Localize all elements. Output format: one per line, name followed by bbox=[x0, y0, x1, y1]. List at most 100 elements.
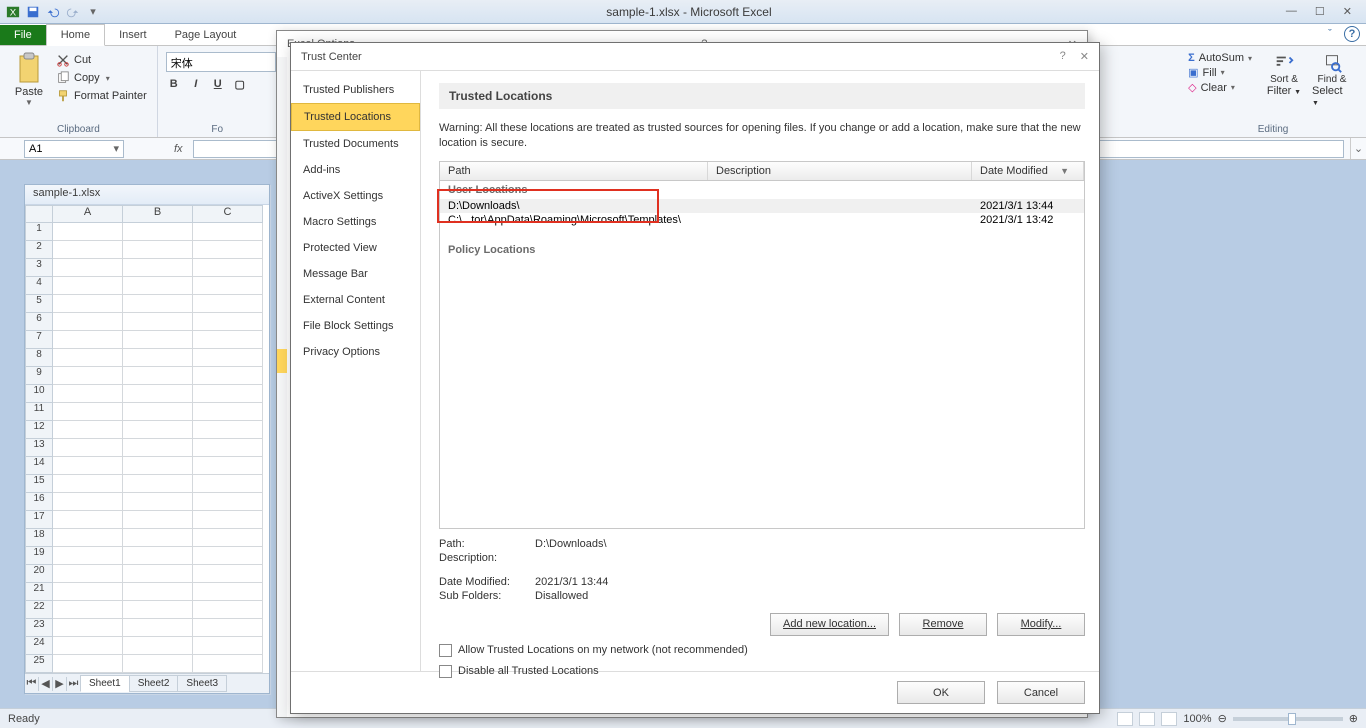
cell[interactable] bbox=[53, 331, 123, 349]
cell[interactable] bbox=[123, 403, 193, 421]
copy-button[interactable]: Copy▾ bbox=[54, 70, 149, 86]
view-page-layout-icon[interactable] bbox=[1139, 712, 1155, 726]
cell[interactable] bbox=[53, 385, 123, 403]
cell[interactable] bbox=[123, 637, 193, 655]
table-row[interactable]: D:\Downloads\ 2021/3/1 13:44 bbox=[440, 199, 1084, 213]
cell[interactable] bbox=[53, 439, 123, 457]
sidebar-item-macro[interactable]: Macro Settings bbox=[291, 209, 420, 235]
format-painter-button[interactable]: Format Painter bbox=[54, 88, 149, 104]
row-header[interactable]: 16 bbox=[25, 493, 53, 511]
zoom-level[interactable]: 100% bbox=[1183, 713, 1211, 725]
close-icon[interactable]: ✕ bbox=[1343, 5, 1352, 18]
cell[interactable] bbox=[53, 619, 123, 637]
cell[interactable] bbox=[193, 529, 263, 547]
ok-button[interactable]: OK bbox=[897, 681, 985, 704]
row-header[interactable]: 19 bbox=[25, 547, 53, 565]
cell[interactable] bbox=[123, 313, 193, 331]
cell[interactable] bbox=[193, 547, 263, 565]
row-header[interactable]: 3 bbox=[25, 259, 53, 277]
cell[interactable] bbox=[193, 511, 263, 529]
cell[interactable] bbox=[123, 223, 193, 241]
cell[interactable] bbox=[123, 601, 193, 619]
cell[interactable] bbox=[53, 655, 123, 673]
cell[interactable] bbox=[193, 367, 263, 385]
sidebar-item-file-block[interactable]: File Block Settings bbox=[291, 313, 420, 339]
row-header[interactable]: 24 bbox=[25, 637, 53, 655]
cell[interactable] bbox=[53, 277, 123, 295]
underline-button[interactable]: U bbox=[210, 78, 226, 91]
undo-icon[interactable] bbox=[44, 3, 62, 21]
cell[interactable] bbox=[53, 529, 123, 547]
cell[interactable] bbox=[123, 259, 193, 277]
row-header[interactable]: 10 bbox=[25, 385, 53, 403]
sheet-nav-prev-icon[interactable]: ◀ bbox=[39, 677, 53, 691]
row-header[interactable]: 5 bbox=[25, 295, 53, 313]
chevron-down-icon[interactable]: ▾ bbox=[113, 142, 119, 155]
row-header[interactable]: 15 bbox=[25, 475, 53, 493]
cell[interactable] bbox=[53, 349, 123, 367]
tab-page-layout[interactable]: Page Layout bbox=[161, 25, 251, 45]
cell[interactable] bbox=[53, 511, 123, 529]
row-header[interactable]: 23 bbox=[25, 619, 53, 637]
cell[interactable] bbox=[123, 619, 193, 637]
row-header[interactable]: 11 bbox=[25, 403, 53, 421]
cell[interactable] bbox=[123, 565, 193, 583]
minimize-icon[interactable]: — bbox=[1286, 5, 1297, 18]
find-select-button[interactable]: Find & Select ▼ bbox=[1312, 52, 1352, 108]
cell[interactable] bbox=[193, 331, 263, 349]
tab-insert[interactable]: Insert bbox=[105, 25, 161, 45]
row-header[interactable]: 6 bbox=[25, 313, 53, 331]
col-header-date[interactable]: Date Modified▼ bbox=[972, 162, 1084, 180]
sheet-nav-last-icon[interactable]: ⏭ bbox=[67, 677, 81, 691]
sheet-tab[interactable]: Sheet3 bbox=[177, 675, 227, 692]
sheet-tab[interactable]: Sheet2 bbox=[129, 675, 179, 692]
row-header[interactable]: 4 bbox=[25, 277, 53, 295]
autosum-button[interactable]: ΣAutoSum▾ bbox=[1188, 52, 1252, 64]
remove-button[interactable]: Remove bbox=[899, 613, 987, 636]
row-header[interactable]: 14 bbox=[25, 457, 53, 475]
row-header[interactable]: 17 bbox=[25, 511, 53, 529]
cell[interactable] bbox=[123, 547, 193, 565]
cell[interactable] bbox=[193, 619, 263, 637]
cell[interactable] bbox=[193, 241, 263, 259]
sidebar-item-activex[interactable]: ActiveX Settings bbox=[291, 183, 420, 209]
maximize-icon[interactable]: ☐ bbox=[1315, 5, 1325, 18]
bold-button[interactable]: B bbox=[166, 78, 182, 91]
name-box[interactable]: A1 ▾ bbox=[24, 140, 124, 158]
cell[interactable] bbox=[193, 439, 263, 457]
view-page-break-icon[interactable] bbox=[1161, 712, 1177, 726]
cell[interactable] bbox=[193, 601, 263, 619]
sort-filter-button[interactable]: Sort & Filter ▼ bbox=[1264, 52, 1304, 108]
cell[interactable] bbox=[53, 457, 123, 475]
sheet-nav-first-icon[interactable]: ⏮ bbox=[25, 677, 39, 691]
cell[interactable] bbox=[123, 421, 193, 439]
tab-file[interactable]: File bbox=[0, 25, 46, 45]
row-header[interactable]: 7 bbox=[25, 331, 53, 349]
redo-icon[interactable] bbox=[64, 3, 82, 21]
cell[interactable] bbox=[123, 583, 193, 601]
table-row[interactable]: C:\...tor\AppData\Roaming\Microsoft\Temp… bbox=[440, 213, 1084, 227]
cell[interactable] bbox=[123, 493, 193, 511]
cell[interactable] bbox=[193, 583, 263, 601]
zoom-slider[interactable] bbox=[1233, 717, 1343, 721]
sidebar-item-trusted-locations[interactable]: Trusted Locations bbox=[291, 103, 420, 131]
add-location-button[interactable]: Add new location... bbox=[770, 613, 889, 636]
zoom-in-icon[interactable]: ⊕ bbox=[1349, 712, 1358, 725]
cell[interactable] bbox=[193, 223, 263, 241]
modify-button[interactable]: Modify... bbox=[997, 613, 1085, 636]
cell[interactable] bbox=[53, 493, 123, 511]
sidebar-item-trusted-publishers[interactable]: Trusted Publishers bbox=[291, 77, 420, 103]
cell[interactable] bbox=[123, 475, 193, 493]
cell[interactable] bbox=[53, 241, 123, 259]
col-header[interactable]: B bbox=[123, 205, 193, 223]
font-name-combo[interactable]: 宋体 bbox=[166, 52, 276, 72]
cell[interactable] bbox=[193, 349, 263, 367]
cell[interactable] bbox=[53, 583, 123, 601]
zoom-out-icon[interactable]: ⊖ bbox=[1218, 712, 1227, 725]
sidebar-item-addins[interactable]: Add-ins bbox=[291, 157, 420, 183]
cell[interactable] bbox=[53, 313, 123, 331]
cell[interactable] bbox=[123, 511, 193, 529]
fill-button[interactable]: ▣Fill▾ bbox=[1188, 66, 1252, 79]
row-header[interactable]: 18 bbox=[25, 529, 53, 547]
cell[interactable] bbox=[123, 277, 193, 295]
